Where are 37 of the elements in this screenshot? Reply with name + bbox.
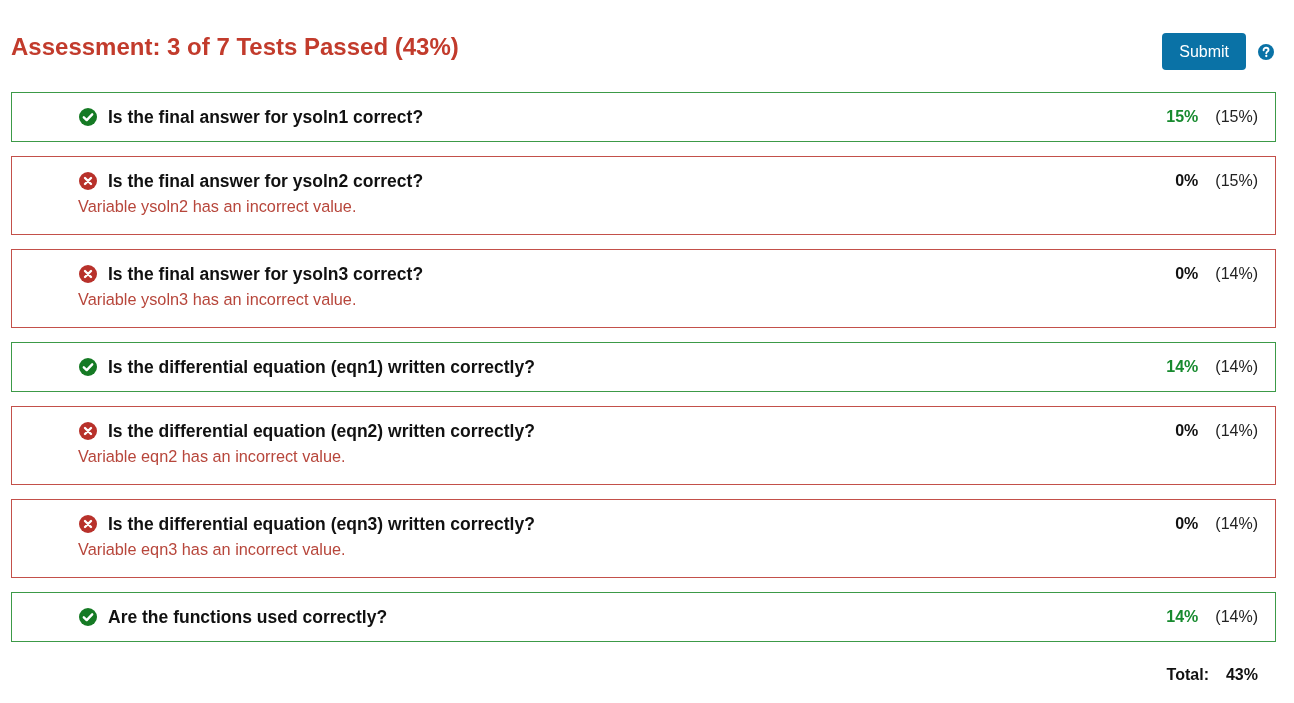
cross-circle-icon [79,422,97,440]
test-weight: (14%) [1215,422,1258,440]
test-title: Is the final answer for ysoln2 correct? [108,170,424,192]
test-weight: (14%) [1215,608,1258,626]
test-weight: (15%) [1215,172,1258,190]
test-score: 14% [1165,358,1199,376]
check-circle-icon [79,358,97,376]
error-message: Variable eqn3 has an incorrect value. [78,539,347,560]
total-value: 43% [1225,665,1258,685]
test-title: Is the final answer for ysoln3 correct? [108,263,424,285]
cross-circle-icon [79,265,97,283]
check-circle-icon [79,608,97,626]
test-title: Is the final answer for ysoln1 correct? [108,106,424,128]
total-label: Total: [1166,665,1209,685]
test-title: Are the functions used correctly? [108,606,388,628]
test-score: 0% [1174,265,1199,283]
test-weight: (14%) [1215,358,1258,376]
test-title: Is the differential equation (eqn2) written correctly? [108,420,535,442]
error-message: Variable ysoln2 has an incorrect value. [78,196,358,217]
help-icon[interactable] [1258,43,1274,60]
assessment-title: Assessment: 3 of 7 Tests Passed (43%) [11,33,459,61]
cross-circle-icon [79,515,97,533]
cross-circle-icon [79,172,97,190]
error-message: Variable eqn2 has an incorrect value. [78,446,347,467]
test-score: 0% [1174,422,1199,440]
test-title: Is the differential equation (eqn1) written correctly? [108,356,535,378]
check-circle-icon [79,108,97,126]
test-score: 15% [1165,108,1199,126]
submit-button[interactable]: Submit [1162,33,1246,70]
test-weight: (14%) [1215,515,1258,533]
error-message: Variable ysoln3 has an incorrect value. [78,289,358,310]
test-score: 14% [1165,608,1199,626]
test-weight: (15%) [1215,108,1258,126]
test-score: 0% [1174,515,1199,533]
test-weight: (14%) [1215,265,1258,283]
test-title: Is the differential equation (eqn3) written correctly? [108,513,535,535]
test-score: 0% [1174,172,1199,190]
